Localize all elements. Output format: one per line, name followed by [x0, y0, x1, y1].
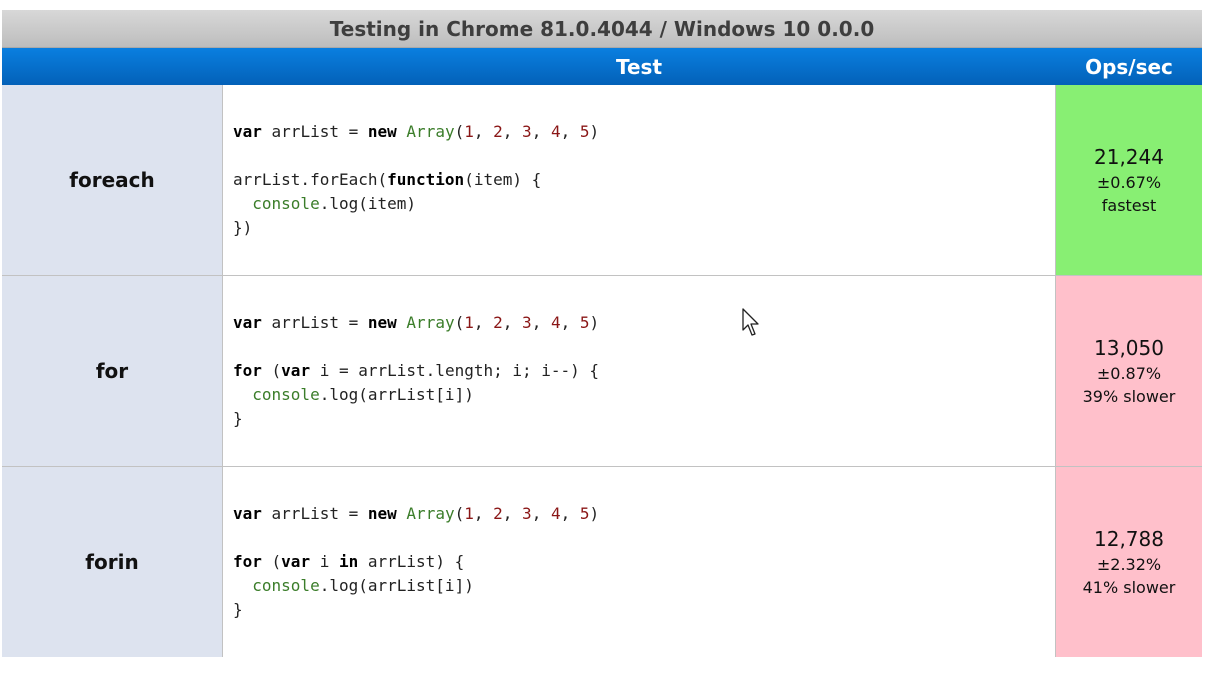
- table-row: for var arrList = new Array(1, 2, 3, 4, …: [2, 276, 1202, 467]
- header-spacer: [2, 48, 222, 85]
- ops-result-slower: 13,050 ±0.87% 39% slower: [1056, 276, 1202, 466]
- table-row: foreach var arrList = new Array(1, 2, 3,…: [2, 85, 1202, 276]
- code-line: console.log(arrList[i]): [252, 576, 474, 595]
- ops-result-fastest: 21,244 ±0.67% fastest: [1056, 85, 1202, 275]
- code-line: }: [233, 600, 243, 619]
- ops-value: 13,050: [1094, 336, 1164, 360]
- code-line: }): [233, 218, 253, 237]
- code-line: var arrList = new Array(1, 2, 3, 4, 5): [233, 122, 600, 141]
- code-line: arrList.forEach(function(item) {: [233, 170, 542, 189]
- ops-relative-speed: fastest: [1101, 196, 1157, 215]
- mouse-pointer-icon: [742, 308, 759, 336]
- code-line: console.log(arrList[i]): [252, 385, 474, 404]
- code-cell: var arrList = new Array(1, 2, 3, 4, 5) f…: [223, 276, 1056, 466]
- test-name: for: [2, 276, 223, 466]
- ops-relative-speed: 39% slower: [1082, 387, 1176, 406]
- ops-value: 12,788: [1094, 527, 1164, 551]
- table-header-row: Test Ops/sec: [2, 48, 1202, 85]
- code-line: for (var i in arrList) {: [233, 552, 465, 571]
- table-row: forin var arrList = new Array(1, 2, 3, 4…: [2, 467, 1202, 657]
- header-test: Test: [615, 54, 662, 79]
- ops-margin-of-error: ±0.67%: [1096, 173, 1162, 192]
- ops-result-slower: 12,788 ±2.32% 41% slower: [1056, 467, 1202, 657]
- test-name: forin: [2, 467, 223, 657]
- ops-relative-speed: 41% slower: [1082, 578, 1176, 597]
- code-line: for (var i = arrList.length; i; i--) {: [233, 361, 600, 380]
- test-name: foreach: [2, 85, 223, 275]
- results-title: Testing in Chrome 81.0.4044 / Windows 10…: [2, 10, 1202, 48]
- code-block: var arrList = new Array(1, 2, 3, 4, 5) f…: [233, 311, 599, 431]
- code-cell: var arrList = new Array(1, 2, 3, 4, 5) a…: [223, 85, 1056, 275]
- code-block: var arrList = new Array(1, 2, 3, 4, 5) a…: [233, 120, 599, 240]
- ops-margin-of-error: ±0.87%: [1096, 364, 1162, 383]
- code-line: console.log(item): [252, 194, 417, 213]
- ops-margin-of-error: ±2.32%: [1096, 555, 1162, 574]
- code-block: var arrList = new Array(1, 2, 3, 4, 5) f…: [233, 502, 599, 622]
- code-line: }: [233, 409, 243, 428]
- ops-value: 21,244: [1094, 145, 1164, 169]
- code-line: var arrList = new Array(1, 2, 3, 4, 5): [233, 504, 600, 523]
- code-line: var arrList = new Array(1, 2, 3, 4, 5): [233, 313, 600, 332]
- code-cell: var arrList = new Array(1, 2, 3, 4, 5) f…: [223, 467, 1056, 657]
- header-ops-per-sec: Ops/sec: [1085, 54, 1173, 79]
- benchmark-results-table: Testing in Chrome 81.0.4044 / Windows 10…: [2, 10, 1202, 657]
